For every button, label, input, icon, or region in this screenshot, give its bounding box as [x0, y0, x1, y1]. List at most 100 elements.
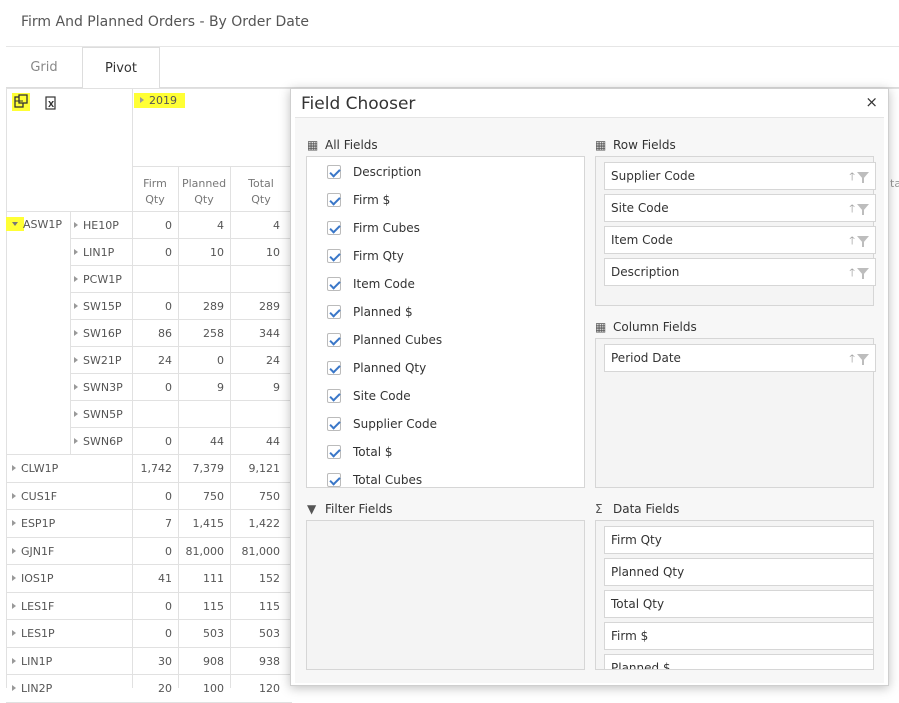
row-fields-area[interactable]: Supplier Code 🡑 Site Code 🡑 Item Code 🡑 Descri… — [595, 156, 876, 306]
checkbox-checked-icon[interactable] — [327, 193, 341, 207]
expand-arrow-icon — [74, 357, 78, 363]
cell-firm-qty: 0 — [165, 599, 172, 613]
expand-arrow-icon — [12, 492, 16, 499]
checkbox-checked-icon[interactable] — [327, 445, 341, 459]
filter-fields-area[interactable] — [306, 520, 585, 670]
cell-total-qty: 4 — [273, 219, 280, 232]
checkbox-checked-icon[interactable] — [327, 221, 341, 235]
checkbox-checked-icon[interactable] — [327, 333, 341, 347]
sort-arrow-icon[interactable]: 🡑 — [849, 170, 855, 183]
all-field-item[interactable]: Planned $ — [327, 305, 413, 325]
sub-row-header[interactable]: SWN6P — [74, 435, 123, 448]
field-chip[interactable]: Planned $ — [604, 654, 873, 669]
sub-row-header[interactable]: LIN1P — [74, 246, 114, 259]
cell-planned-qty: 10 — [210, 246, 224, 259]
row-header-group[interactable] — [6, 217, 24, 231]
checkbox-checked-icon[interactable] — [327, 417, 341, 431]
sub-row-header[interactable]: SW15P — [74, 300, 122, 313]
cell-total-qty: 10 — [266, 246, 280, 259]
field-chip[interactable]: Total Qty — [604, 590, 873, 618]
all-field-item[interactable]: Planned Cubes — [327, 333, 442, 353]
sub-row-header[interactable]: SWN5P — [74, 408, 123, 421]
column-header-year[interactable]: 2019 — [134, 93, 185, 108]
all-field-item[interactable]: Item Code — [327, 277, 415, 297]
checkbox-checked-icon[interactable] — [327, 249, 341, 263]
tab-bar: Grid Pivot — [6, 47, 899, 89]
checkbox-checked-icon[interactable] — [327, 361, 341, 375]
filter-icon[interactable] — [857, 172, 869, 183]
field-chooser-icon[interactable] — [12, 93, 30, 111]
data-fields-area[interactable]: Firm Qty Planned Qty Total Qty Firm $ Planne… — [595, 520, 874, 670]
field-chip[interactable]: Site Code 🡑 — [604, 194, 876, 222]
header-planned-qty: Planned Qty — [181, 177, 227, 206]
filter-icon[interactable] — [857, 236, 869, 247]
field-chip[interactable]: Planned Qty — [604, 558, 873, 586]
cell-planned-qty: 4 — [217, 219, 224, 232]
all-fields-list[interactable]: Description Firm $ Firm Cubes Firm Qty Item … — [306, 156, 585, 488]
expand-arrow-icon — [74, 330, 78, 336]
header-partial: ta — [890, 177, 899, 190]
close-icon[interactable]: × — [865, 93, 878, 111]
sort-arrow-icon[interactable]: 🡑 — [849, 352, 855, 365]
all-field-item[interactable]: Total $ — [327, 445, 392, 465]
all-field-item[interactable]: Description — [327, 165, 421, 185]
cell-planned-qty: 115 — [203, 599, 224, 613]
field-chip[interactable]: Supplier Code 🡑 — [604, 162, 876, 190]
all-field-item[interactable]: Total Cubes — [327, 473, 422, 487]
cell-firm-qty: 30 — [158, 654, 172, 668]
checkbox-checked-icon[interactable] — [327, 277, 341, 291]
row-header[interactable]: LES1P — [12, 627, 55, 640]
sub-row-header[interactable]: PCW1P — [74, 273, 122, 286]
all-field-item[interactable]: Firm Qty — [327, 249, 404, 269]
row-header[interactable]: IOS1P — [12, 572, 54, 585]
cell-planned-qty: 100 — [203, 682, 224, 695]
cell-planned-qty: 7,379 — [192, 462, 225, 475]
expand-arrow-icon — [74, 384, 78, 390]
row-header[interactable]: CUS1F — [12, 490, 57, 503]
field-chip[interactable]: Firm Qty — [604, 526, 873, 554]
row-header[interactable]: CLW1P — [12, 462, 58, 475]
row-header[interactable]: LIN1P — [12, 655, 52, 668]
cell-firm-qty: 86 — [158, 327, 172, 340]
cell-total-qty: 289 — [259, 300, 280, 313]
expand-arrow-icon — [74, 438, 78, 444]
all-field-item[interactable]: Firm Cubes — [327, 221, 420, 241]
cell-planned-qty: 1,415 — [192, 517, 225, 530]
filter-icon[interactable] — [857, 204, 869, 215]
field-chip[interactable]: Firm $ — [604, 622, 873, 650]
sub-row-header[interactable]: SWN3P — [74, 381, 123, 394]
field-chip[interactable]: Item Code 🡑 — [604, 226, 876, 254]
checkbox-checked-icon[interactable] — [327, 305, 341, 319]
cell-firm-qty: 0 — [165, 489, 172, 503]
all-field-item[interactable]: Site Code — [327, 389, 411, 409]
grid-icon: ▦ — [307, 138, 319, 152]
filter-icon[interactable] — [857, 354, 869, 365]
sort-arrow-icon[interactable]: 🡑 — [849, 202, 855, 215]
checkbox-checked-icon[interactable] — [327, 165, 341, 179]
excel-export-icon[interactable]: X — [44, 95, 58, 110]
sub-row-header[interactable]: SW16P — [74, 327, 122, 340]
all-field-item[interactable]: Planned Qty — [327, 361, 426, 381]
field-chip[interactable]: Description 🡑 — [604, 258, 876, 286]
sort-arrow-icon[interactable]: 🡑 — [849, 234, 855, 247]
checkbox-checked-icon[interactable] — [327, 389, 341, 403]
all-field-item[interactable]: Firm $ — [327, 193, 390, 213]
field-chip[interactable]: Period Date 🡑 — [604, 344, 876, 372]
column-fields-area[interactable]: Period Date 🡑 — [595, 338, 876, 488]
collapse-arrow-icon — [12, 222, 18, 226]
row-header[interactable]: LIN2P — [12, 682, 52, 695]
row-header[interactable]: GJN1F — [12, 545, 54, 558]
sort-arrow-icon[interactable]: 🡑 — [849, 266, 855, 279]
cell-firm-qty: 0 — [165, 544, 172, 558]
cell-planned-qty: 111 — [203, 572, 224, 585]
row-header[interactable]: LES1F — [12, 600, 54, 613]
tab-pivot[interactable]: Pivot — [82, 47, 160, 89]
row-header[interactable]: ESP1P — [12, 517, 55, 530]
cell-total-qty: 344 — [259, 327, 280, 340]
checkbox-checked-icon[interactable] — [327, 473, 341, 487]
sub-row-header[interactable]: HE10P — [74, 219, 119, 232]
tab-grid[interactable]: Grid — [6, 47, 82, 88]
filter-icon[interactable] — [857, 268, 869, 279]
all-field-item[interactable]: Supplier Code — [327, 417, 437, 437]
sub-row-header[interactable]: SW21P — [74, 354, 122, 367]
